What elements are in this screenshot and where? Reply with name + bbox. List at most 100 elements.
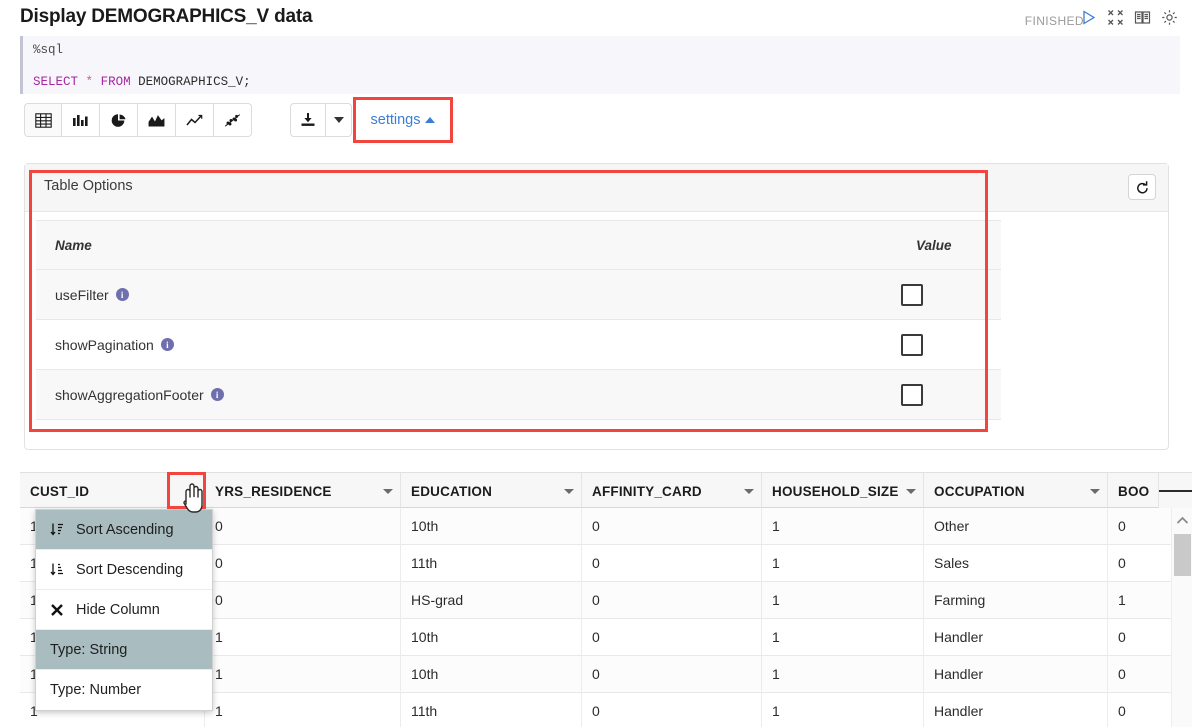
cell-boo: 0 [1118,629,1126,645]
grid-header-yrs-residence[interactable]: YRS_RESIDENCE [205,473,401,509]
table-options-title: Table Options [44,178,133,194]
viz-pie-chart-button[interactable] [100,103,138,137]
cell-boo: 0 [1118,666,1126,682]
cell-education: 11th [401,545,582,582]
hamburger-menu-icon[interactable] [1158,473,1192,509]
cell-yrs-residence: 0 [205,508,401,545]
viz-area-chart-button[interactable] [138,103,176,137]
option-value-showpagination [901,333,923,356]
sql-keyword-select: SELECT [33,75,79,89]
option-value-usefilter [901,283,923,306]
option-row-showpagination: showPagination i [36,320,1001,370]
download-icon[interactable] [290,103,326,137]
collapse-icon[interactable] [1107,9,1124,26]
download-chevron-down-icon[interactable] [326,103,352,137]
chevron-up-icon[interactable] [1172,508,1192,532]
cell-occupation: Other [924,508,1108,545]
menu-item-hide-column[interactable]: Hide Column [36,590,212,630]
menu-item-type-number[interactable]: Type: Number [36,670,212,710]
grid-header-boo[interactable]: BOO [1108,473,1158,509]
viz-scatter-chart-button[interactable] [214,103,252,137]
grid-header-cust-id[interactable]: CUST_ID [20,473,205,509]
paragraph-action-icons [1080,9,1178,26]
cell-education: 10th [401,508,582,545]
viz-bar-chart-button[interactable] [62,103,100,137]
cell-yrs-residence: 1 [205,656,401,693]
info-icon[interactable]: i [160,338,174,351]
option-row-usefilter: useFilter i [36,270,1001,320]
grid-header-label: EDUCATION [411,483,493,499]
run-icon[interactable] [1080,9,1097,26]
chevron-down-icon[interactable] [906,488,916,494]
menu-item-label: Hide Column [76,601,160,618]
options-col-value: Value [916,237,952,253]
menu-item-sort-ascending[interactable]: Sort Ascending [36,510,212,550]
showpagination-checkbox[interactable] [901,333,923,356]
chevron-down-icon[interactable] [564,488,574,494]
settings-label: settings [370,112,421,128]
showaggregationfooter-checkbox[interactable] [901,383,923,406]
vertical-scrollbar[interactable] [1171,508,1192,727]
cell-affinity-card: 0 [582,656,762,693]
options-header-row: Name Value [36,220,1001,270]
sort-ascending-icon [50,522,76,537]
cell-household-size: 1 [762,619,924,656]
code-editor[interactable]: %sql SELECT * FROM DEMOGRAPHICS_V; [20,36,1180,94]
cell-household-size: 1 [762,582,924,619]
chevron-down-icon[interactable] [1090,488,1100,494]
option-value-showaggregationfooter [901,383,923,406]
scrollbar-thumb[interactable] [1174,534,1191,576]
cell-occupation: Handler [924,693,1108,727]
sql-table-name: DEMOGRAPHICS_V; [138,75,251,89]
cell-household-size: 1 [762,545,924,582]
cell-affinity-card: 0 [582,619,762,656]
gear-icon[interactable] [1161,9,1178,26]
cell-affinity-card: 0 [582,545,762,582]
table-options-header: Table Options [25,164,1168,212]
viz-button-group [24,103,252,137]
chevron-down-icon[interactable] [383,488,393,494]
cell-occupation: Handler [924,656,1108,693]
chevron-down-icon[interactable] [187,488,197,494]
sort-descending-icon [50,562,76,577]
grid-header-affinity-card[interactable]: AFFINITY_CARD [582,473,762,509]
cell-yrs-residence: 0 [205,582,401,619]
settings-highlight-box: settings [353,97,453,143]
close-x-icon [50,603,76,617]
grid-header-education[interactable]: EDUCATION [401,473,582,509]
cell-education: 10th [401,619,582,656]
column-context-menu: Sort Ascending Sort Descending Hide Colu… [35,509,213,711]
info-icon[interactable]: i [210,388,224,401]
cell-boo: 0 [1118,703,1126,719]
zeppelin-paragraph: Display DEMOGRAPHICS_V data FINISHED %sq… [0,0,1192,727]
menu-item-label: Sort Ascending [76,521,174,538]
grid-header-household-size[interactable]: HOUSEHOLD_SIZE [762,473,924,509]
grid-header-row: CUST_ID YRS_RESIDENCE EDUCATION AFFINITY… [20,472,1192,509]
menu-item-type-string[interactable]: Type: String [36,630,212,670]
chevron-down-icon[interactable] [744,488,754,494]
grid-header-occupation[interactable]: OCCUPATION [924,473,1108,509]
table-options-list: Name Value useFilter i showPagination i [36,220,1001,420]
reset-icon[interactable] [1128,174,1156,200]
grid-header-label: OCCUPATION [934,483,1025,499]
grid-header-label: YRS_RESIDENCE [215,483,332,499]
options-col-name: Name [55,237,92,253]
viz-line-chart-button[interactable] [176,103,214,137]
page-title: Display DEMOGRAPHICS_V data [20,6,313,27]
cell-affinity-card: 0 [582,693,762,727]
menu-item-sort-descending[interactable]: Sort Descending [36,550,212,590]
cell-affinity-card: 0 [582,508,762,545]
sql-keyword-from: FROM [100,75,131,89]
grid-header-label: AFFINITY_CARD [592,483,702,499]
usefilter-checkbox[interactable] [901,283,923,306]
sql-star: * [85,75,94,89]
cell-boo: 1 [1118,592,1126,608]
settings-toggle-button[interactable]: settings [371,112,436,128]
info-icon[interactable]: i [115,288,129,301]
menu-item-label: Type: String [50,641,128,658]
cell-household-size: 1 [762,656,924,693]
viz-table-button[interactable] [24,103,62,137]
book-icon[interactable] [1134,9,1151,26]
grid-header-label: HOUSEHOLD_SIZE [772,483,899,499]
option-row-showaggregationfooter: showAggregationFooter i [36,370,1001,420]
